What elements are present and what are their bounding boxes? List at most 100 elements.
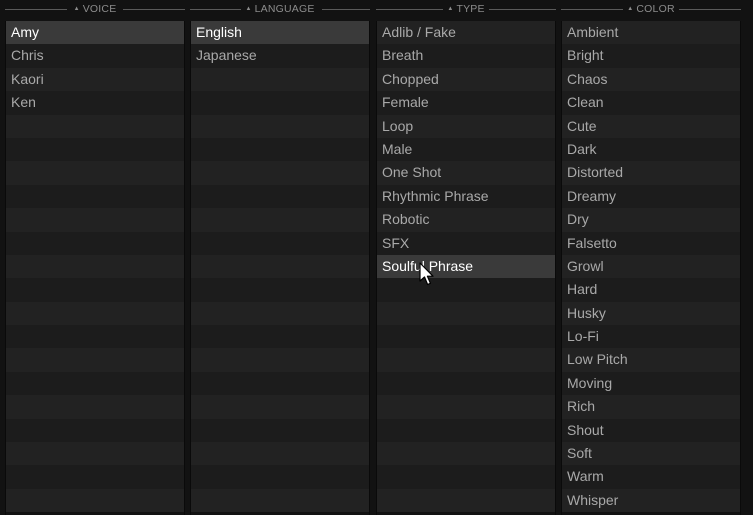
header-divider: [190, 9, 242, 10]
empty-row: [6, 301, 184, 326]
type-list: Adlib / Fake Breath Chopped Female Loop Male O…: [376, 21, 556, 515]
empty-row: [377, 325, 555, 349]
color-list-item[interactable]: Shout: [562, 418, 740, 443]
type-column: ▲ TYPE Adlib / Fake Breath Chopped Female Lo…: [376, 0, 556, 515]
color-column: ▲ COLOR Ambient Bright Chaos Clean Cute Dark D…: [561, 0, 741, 515]
color-column-header[interactable]: ▲ COLOR: [561, 0, 741, 18]
type-column-header[interactable]: ▲ TYPE: [376, 0, 556, 18]
header-divider: [561, 9, 623, 10]
language-list-item[interactable]: English: [191, 21, 369, 45]
type-list-item[interactable]: Breath: [377, 44, 555, 68]
color-list-item[interactable]: Bright: [562, 44, 740, 68]
sort-ascending-triangle-icon: ▲: [447, 6, 454, 12]
color-list-item[interactable]: Warm: [562, 465, 740, 489]
type-list-item[interactable]: Soulful Phrase: [377, 254, 555, 279]
empty-row: [6, 161, 184, 185]
empty-row: [191, 395, 369, 419]
empty-row: [191, 114, 369, 138]
empty-row: [191, 371, 369, 396]
color-list-item[interactable]: Distorted: [562, 161, 740, 185]
empty-row: [6, 418, 184, 443]
type-list-item[interactable]: Male: [377, 137, 555, 162]
empty-row: [377, 395, 555, 419]
type-list-item[interactable]: One Shot: [377, 161, 555, 185]
type-column-title: TYPE: [456, 3, 485, 15]
empty-row: [6, 278, 184, 302]
color-list-item[interactable]: Husky: [562, 301, 740, 326]
header-divider: [679, 9, 741, 10]
voice-list-item[interactable]: Chris: [6, 44, 184, 68]
type-list-item[interactable]: SFX: [377, 231, 555, 255]
empty-row: [191, 278, 369, 302]
sort-ascending-triangle-icon: ▲: [627, 6, 634, 12]
empty-row: [6, 114, 184, 138]
type-list-item[interactable]: Female: [377, 91, 555, 115]
empty-row: [6, 488, 184, 513]
empty-row: [191, 465, 369, 489]
voice-column-header[interactable]: ▲ VOICE: [5, 0, 185, 18]
color-list-item[interactable]: Lo-Fi: [562, 325, 740, 349]
color-list-item[interactable]: Dry: [562, 208, 740, 232]
color-list-item[interactable]: Moving: [562, 371, 740, 396]
empty-row: [191, 208, 369, 232]
color-list-item[interactable]: Chaos: [562, 67, 740, 92]
header-divider: [5, 9, 67, 10]
empty-row: [377, 442, 555, 466]
color-list-item[interactable]: Soft: [562, 442, 740, 466]
header-divider: [123, 9, 185, 10]
color-list-item[interactable]: Falsetto: [562, 231, 740, 255]
color-list-item[interactable]: Rich: [562, 395, 740, 419]
empty-row: [191, 488, 369, 513]
color-list-item[interactable]: Dreamy: [562, 184, 740, 209]
empty-row: [191, 254, 369, 279]
language-list-item[interactable]: Japanese: [191, 44, 369, 68]
empty-row: [191, 348, 369, 372]
color-list-item[interactable]: Cute: [562, 114, 740, 138]
voice-list-item[interactable]: Amy: [6, 21, 184, 45]
type-list-item[interactable]: Chopped: [377, 67, 555, 92]
voice-list: Amy Chris Kaori Ken: [5, 21, 185, 515]
color-list-item[interactable]: Hard: [562, 278, 740, 302]
empty-row: [377, 278, 555, 302]
empty-row: [6, 395, 184, 419]
empty-row: [377, 348, 555, 372]
empty-row: [377, 371, 555, 396]
empty-row: [377, 418, 555, 443]
empty-row: [191, 231, 369, 255]
color-column-title: COLOR: [636, 3, 675, 15]
color-list-item[interactable]: Dark: [562, 137, 740, 162]
type-list-item[interactable]: Loop: [377, 114, 555, 138]
empty-row: [6, 137, 184, 162]
empty-row: [377, 488, 555, 513]
color-list-item[interactable]: Whisper: [562, 488, 740, 513]
empty-row: [6, 465, 184, 489]
empty-row: [191, 91, 369, 115]
empty-row: [191, 325, 369, 349]
header-divider: [488, 9, 556, 10]
type-list-item[interactable]: Robotic: [377, 208, 555, 232]
sort-ascending-triangle-icon: ▲: [73, 6, 80, 12]
color-list-item[interactable]: Low Pitch: [562, 348, 740, 372]
color-list-item[interactable]: Growl: [562, 254, 740, 279]
language-column: ▲ LANGUAGE English Japanese: [190, 0, 370, 515]
type-list-item[interactable]: Adlib / Fake: [377, 21, 555, 45]
tag-browser: ▲ VOICE Amy Chris Kaori Ken ▲ LANGUAGE Engl…: [0, 0, 753, 515]
empty-row: [191, 301, 369, 326]
empty-row: [377, 465, 555, 489]
voice-list-item[interactable]: Ken: [6, 91, 184, 115]
empty-row: [6, 184, 184, 209]
type-list-item[interactable]: Rhythmic Phrase: [377, 184, 555, 209]
color-list-item[interactable]: Clean: [562, 91, 740, 115]
language-column-header[interactable]: ▲ LANGUAGE: [190, 0, 370, 18]
language-column-title: LANGUAGE: [254, 3, 315, 15]
color-list: Ambient Bright Chaos Clean Cute Dark Distorted…: [561, 21, 741, 515]
color-list-item[interactable]: Ambient: [562, 21, 740, 45]
header-divider: [322, 9, 370, 10]
sort-ascending-triangle-icon: ▲: [245, 6, 252, 12]
empty-row: [6, 208, 184, 232]
voice-list-item[interactable]: Kaori: [6, 67, 184, 92]
empty-row: [191, 161, 369, 185]
header-divider: [376, 9, 444, 10]
empty-row: [191, 418, 369, 443]
empty-row: [191, 184, 369, 209]
